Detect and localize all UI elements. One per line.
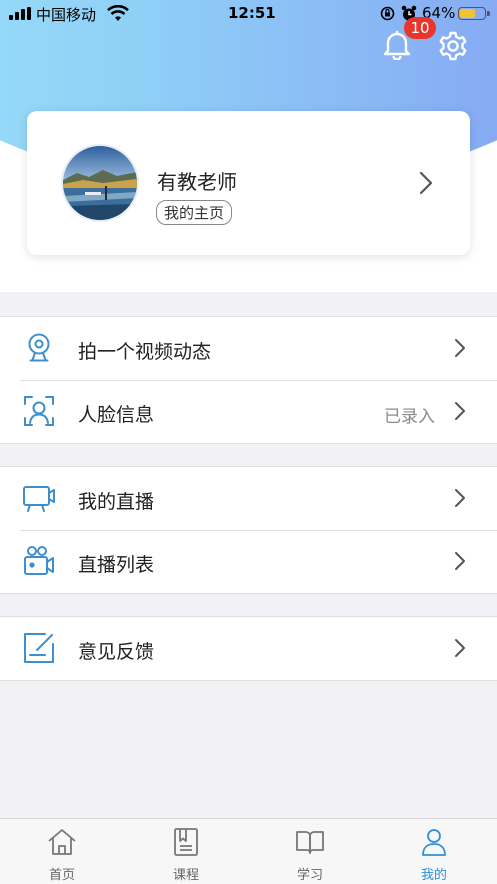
user-icon [419, 827, 449, 861]
battery-icon [458, 7, 490, 20]
chevron-right-icon [454, 401, 466, 425]
face-scan-icon [22, 394, 56, 428]
video-camera-icon [22, 544, 56, 578]
notification-badge: 10 [404, 17, 436, 39]
feedback-edit-icon [22, 631, 56, 665]
menu-item-label: 直播列表 [78, 554, 155, 576]
carrier-name: 中国移动 [36, 6, 97, 24]
menu-item-label: 人脸信息 [78, 404, 155, 426]
menu-item-label: 意见反馈 [78, 641, 155, 663]
menu-item-label: 我的直播 [78, 491, 155, 513]
tab-label: 首页 [48, 868, 75, 883]
menu-item-feedback[interactable]: 意见反馈 [0, 617, 497, 680]
tab-label: 我的 [420, 868, 447, 883]
course-book-icon [171, 827, 201, 861]
profile-name: 有教老师 [157, 170, 237, 194]
chevron-right-icon [454, 551, 466, 575]
live-monitor-icon [22, 481, 56, 515]
chevron-right-icon [454, 638, 466, 662]
chevron-right-icon [454, 338, 466, 362]
tab-courses[interactable]: 课程 [124, 819, 248, 884]
tab-study[interactable]: 学习 [248, 819, 372, 884]
menu-group-2: 我的直播 直播列表 [0, 466, 497, 594]
menu-item-live-list[interactable]: 直播列表 [0, 530, 497, 593]
tab-home[interactable]: 首页 [0, 819, 124, 884]
signal-icon [9, 7, 31, 20]
avatar[interactable] [61, 144, 139, 222]
tab-label: 课程 [172, 868, 199, 883]
profile-card[interactable]: 有教老师 我的主页 [27, 111, 470, 255]
tab-mine[interactable]: 我的 [372, 819, 496, 884]
face-info-status: 已录入 [384, 407, 435, 427]
menu-item-my-live[interactable]: 我的直播 [0, 467, 497, 530]
chevron-right-icon [454, 488, 466, 512]
clock: 12:51 [228, 4, 276, 22]
menu-group-1: 拍一个视频动态 人脸信息 已录入 [0, 316, 497, 444]
rotation-lock-icon [380, 6, 395, 25]
settings-gear-icon[interactable] [437, 30, 469, 66]
tab-label: 学习 [296, 868, 323, 883]
webcam-icon [22, 331, 56, 365]
menu-group-3: 意见反馈 [0, 616, 497, 681]
bottom-tab-bar: 首页 课程 学习 我的 [0, 818, 497, 884]
chevron-right-icon[interactable] [418, 170, 434, 200]
wifi-icon [107, 4, 129, 26]
menu-item-video-post[interactable]: 拍一个视频动态 [0, 317, 497, 380]
home-icon [47, 827, 77, 861]
menu-item-face-info[interactable]: 人脸信息 已录入 [0, 380, 497, 443]
my-homepage-button[interactable]: 我的主页 [156, 200, 233, 225]
open-book-icon [295, 827, 325, 861]
menu-item-label: 拍一个视频动态 [78, 341, 212, 363]
